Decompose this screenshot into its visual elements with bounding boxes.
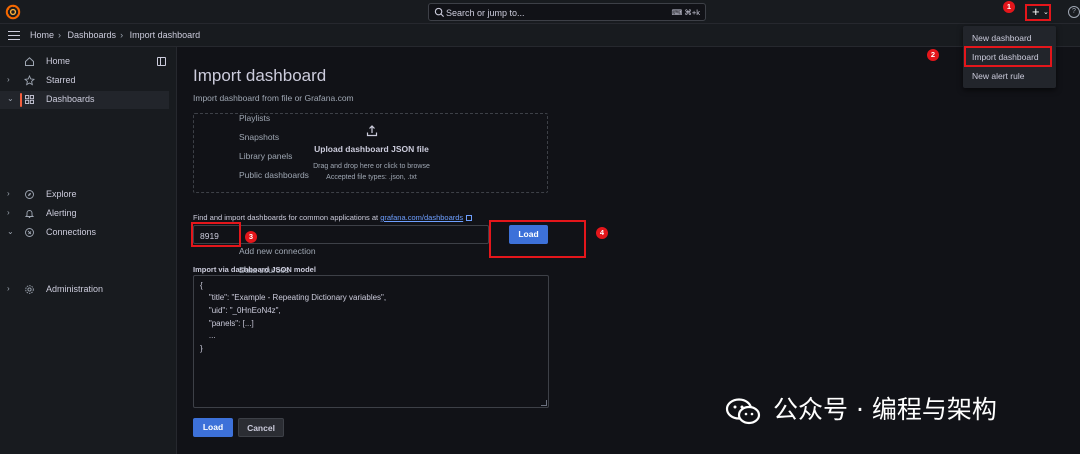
json-model-label: Import via dashboard JSON model [193,265,316,274]
json-line: "title": "Example - Repeating Dictionary… [200,293,387,302]
chevron-right-icon[interactable]: › [7,75,10,84]
highlight-box [489,220,586,258]
upload-file-types: Accepted file types: .json, .txt [326,174,417,181]
sidebar-item-explore[interactable]: › Explore [0,186,177,204]
highlight-box [191,222,241,247]
json-line: "panels": [...] [200,319,254,328]
menu-icon[interactable] [8,31,20,40]
wechat-icon [725,398,761,425]
json-line: { [200,281,203,290]
menu-item-new-alert-rule[interactable]: New alert rule [963,67,1056,85]
sidebar-item-dashboards[interactable]: ⌄ Dashboards [0,91,169,109]
menu-item-new-dashboard[interactable]: New dashboard [963,29,1056,47]
sidebar-item-label: Connections [46,227,97,237]
breadcrumb-separator: › [58,30,62,40]
breadcrumb-home[interactable]: Home [30,30,54,40]
apps-icon [25,95,34,104]
sidebar-item-label: Home [46,56,71,66]
breadcrumb-separator: › [120,30,124,40]
upload-dropzone[interactable]: Upload dashboard JSON file Drag and drop… [193,113,548,193]
sidebar-item-label: Administration [46,284,104,294]
breadcrumb-dashboards[interactable]: Dashboards [68,30,117,40]
compass-icon [25,190,34,199]
sidebar-item-administration[interactable]: › Administration [0,281,177,299]
chevron-right-icon[interactable]: › [7,189,10,198]
step-badge: 1 [1003,1,1015,13]
highlight-box [964,46,1052,67]
json-line: } [200,344,203,353]
watermark-text: 公众号 · 编程与架构 [773,395,997,424]
breadcrumb-bar: Home › Dashboards › Import dashboard [0,24,1080,47]
keyboard-shortcut: ⌨ ⌘+k [671,8,700,17]
search-icon [434,7,445,18]
sidebar-item-label: Dashboards [46,94,95,104]
upload-title: Upload dashboard JSON file [314,144,429,154]
bell-icon [24,210,35,218]
chevron-right-icon[interactable]: › [7,208,10,217]
sidebar-item-connections[interactable]: ⌄ Connections [0,224,177,242]
connections-icon [25,228,34,237]
top-bar: Search or jump to... ⌨ ⌘+k + ⌄ ? [0,0,1080,24]
chevron-right-icon[interactable]: › [7,284,10,293]
sidebar-item-label: Add new connection [239,246,316,256]
grafana-dashboards-link[interactable]: grafana.com/dashboards [380,213,463,222]
active-indicator [20,93,22,107]
sidebar-item-starred[interactable]: › Starred [0,72,177,90]
sidebar: Home › Starred ⌄ Dashboards Playlists Sn… [0,47,316,454]
resize-handle[interactable] [541,400,547,406]
upload-icon [366,125,378,137]
breadcrumb-current: Import dashboard [129,30,201,40]
step-badge: 4 [596,227,608,239]
grafana-logo-icon[interactable] [5,4,21,20]
json-model-textarea[interactable]: { "title": "Example - Repeating Dictiona… [193,275,549,408]
cancel-button[interactable]: Cancel [238,418,284,437]
load-json-button[interactable]: Load [193,418,233,437]
json-line: "uid": "_0HnEoN4z", [200,306,281,315]
sidebar-item-label: Alerting [46,208,77,218]
gear-icon [25,285,34,294]
breadcrumb: Home › Dashboards › Import dashboard [30,30,204,40]
star-icon [24,75,35,86]
shortcut-label: ⌘+k [684,8,700,17]
help-icon[interactable]: ? [1068,6,1080,18]
sidebar-item-label: Explore [46,189,77,199]
external-link-icon [466,215,473,222]
page-subtitle: Import dashboard from file or Grafana.co… [193,93,354,103]
search-input[interactable]: Search or jump to... ⌨ ⌘+k [428,3,706,21]
find-label-text: Find and import dashboards for common ap… [193,213,379,222]
json-line: ... [200,331,216,340]
search-placeholder: Search or jump to... [446,8,525,18]
chevron-down-icon[interactable]: ⌄ [7,94,14,103]
sidebar-item-label: Starred [46,75,76,85]
sidebar-item-alerting[interactable]: › Alerting [0,205,177,223]
sidebar-item-home[interactable]: Home [0,53,177,71]
page-title: Import dashboard [193,66,327,85]
highlight-box [1025,4,1051,21]
step-badge: 2 [927,49,939,61]
find-dashboards-label: Find and import dashboards for common ap… [193,213,473,222]
home-icon [25,57,34,66]
keyboard-icon: ⌨ [671,8,685,17]
chevron-down-icon[interactable]: ⌄ [7,227,14,236]
upload-hint: Drag and drop here or click to browse [313,163,430,170]
step-badge: 3 [245,231,257,243]
